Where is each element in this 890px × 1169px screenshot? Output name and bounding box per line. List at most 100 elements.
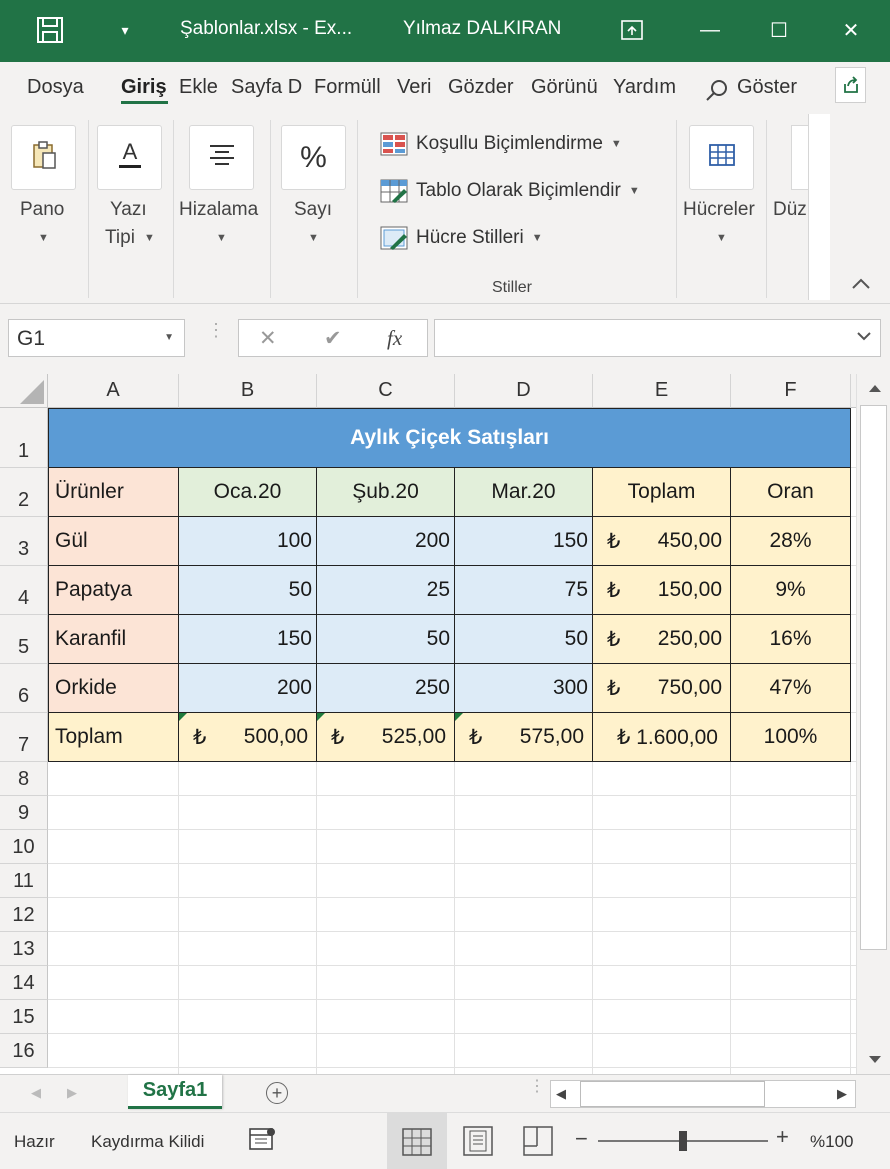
sales-cell[interactable]: 150	[179, 615, 317, 664]
zoom-slider[interactable]	[598, 1131, 768, 1151]
worksheet-grid[interactable]: A B C D E F 1 2 3 4 5 6 7 8 9 10 11 12 13 14 15 16 Aylık Çiçek…	[0, 374, 890, 1074]
formula-input[interactable]	[434, 319, 881, 357]
tab-gozden-gecir[interactable]: Gözder	[448, 76, 524, 99]
grand-total-cell[interactable]: ₺ 1.600,00	[593, 713, 731, 762]
scroll-left-icon[interactable]: ◀	[556, 1086, 566, 1102]
zoom-level[interactable]: %100	[810, 1132, 853, 1152]
zoom-slider-thumb[interactable]	[679, 1131, 687, 1151]
column-header-b[interactable]: B	[179, 374, 317, 408]
select-all-corner[interactable]	[0, 374, 48, 408]
row-header-9[interactable]: 9	[0, 796, 48, 830]
row-header-16[interactable]: 16	[0, 1034, 48, 1068]
tab-ekle[interactable]: Ekle	[179, 76, 223, 99]
tab-formuller[interactable]: Formüll	[314, 76, 389, 99]
sales-cell[interactable]: 150	[455, 517, 593, 566]
product-name-cell[interactable]: Papatya	[48, 566, 179, 615]
header-cell[interactable]: Şub.20	[317, 468, 455, 517]
row-total-cell[interactable]: ₺ 250,00	[593, 615, 731, 664]
collapse-ribbon-icon[interactable]	[850, 274, 872, 294]
row-header-10[interactable]: 10	[0, 830, 48, 864]
clipboard-button[interactable]	[11, 125, 76, 190]
ribbon-display-options-icon[interactable]	[612, 10, 652, 50]
drag-handle-icon[interactable]: ⋮	[529, 1079, 545, 1095]
header-cell[interactable]: Oran	[731, 468, 851, 517]
row-header-3[interactable]: 3	[0, 517, 48, 566]
share-icon[interactable]	[835, 67, 866, 103]
tab-yardim[interactable]: Yardım	[613, 76, 688, 99]
page-break-view-icon[interactable]	[523, 1126, 553, 1161]
column-header-e[interactable]: E	[593, 374, 731, 408]
row-header-6[interactable]: 6	[0, 664, 48, 713]
sales-cell[interactable]: 250	[317, 664, 455, 713]
number-dropdown-icon[interactable]: ▼	[308, 232, 319, 244]
font-dropdown-icon[interactable]: ▼	[144, 232, 155, 244]
row-header-13[interactable]: 13	[0, 932, 48, 966]
scroll-thumb[interactable]	[860, 405, 887, 950]
column-total-cell[interactable]: ₺ 575,00	[455, 713, 593, 762]
row-header-8[interactable]: 8	[0, 762, 48, 796]
horizontal-scrollbar[interactable]: ◀ ▶	[550, 1080, 856, 1108]
tab-gorunum[interactable]: Görünü	[531, 76, 608, 99]
add-sheet-icon[interactable]: +	[266, 1082, 288, 1104]
macro-record-icon[interactable]	[248, 1126, 276, 1157]
ratio-cell[interactable]: 16%	[731, 615, 851, 664]
cells-dropdown-icon[interactable]: ▼	[716, 232, 727, 244]
scroll-right-icon[interactable]: ▶	[837, 1086, 847, 1102]
column-header-c[interactable]: C	[317, 374, 455, 408]
insert-function-icon[interactable]: fx	[387, 326, 402, 351]
format-as-table-button[interactable]: Tablo Olarak Biçimlendir ▼	[380, 179, 640, 203]
alignment-button[interactable]	[189, 125, 254, 190]
row-header-1[interactable]: 1	[0, 408, 48, 468]
maximize-button[interactable]: ☐	[759, 10, 799, 50]
column-header-d[interactable]: D	[455, 374, 593, 408]
total-label-cell[interactable]: Toplam	[48, 713, 179, 762]
column-total-cell[interactable]: ₺ 525,00	[317, 713, 455, 762]
row-total-cell[interactable]: ₺ 450,00	[593, 517, 731, 566]
zoom-out-button[interactable]: −	[575, 1128, 588, 1150]
next-sheet-icon[interactable]: ▶	[67, 1085, 77, 1101]
row-header-12[interactable]: 12	[0, 898, 48, 932]
total-ratio-cell[interactable]: 100%	[731, 713, 851, 762]
cancel-icon[interactable]: ✕	[259, 326, 277, 351]
sales-cell[interactable]: 50	[317, 615, 455, 664]
scroll-up-icon[interactable]	[865, 380, 885, 400]
cells-button[interactable]	[689, 125, 754, 190]
column-header-f[interactable]: F	[731, 374, 851, 408]
chevron-down-icon[interactable]: ▼	[164, 332, 174, 343]
tab-dosya[interactable]: Dosya	[27, 76, 92, 99]
header-cell[interactable]: Mar.20	[455, 468, 593, 517]
row-header-14[interactable]: 14	[0, 966, 48, 1000]
font-button[interactable]: A	[97, 125, 162, 190]
prev-sheet-icon[interactable]: ◀	[31, 1085, 41, 1101]
vertical-scrollbar[interactable]	[856, 374, 890, 1074]
cell-styles-button[interactable]: Hücre Stilleri ▼	[380, 226, 543, 250]
number-format-button[interactable]: %	[281, 125, 346, 190]
sheet-title-cell[interactable]: Aylık Çiçek Satışları	[48, 408, 851, 468]
sales-cell[interactable]: 50	[179, 566, 317, 615]
drag-handle-icon[interactable]: ⋮	[207, 321, 225, 339]
tab-veri[interactable]: Veri	[397, 76, 439, 99]
enter-icon[interactable]: ✔	[324, 326, 342, 351]
row-header-7[interactable]: 7	[0, 713, 48, 762]
header-cell[interactable]: Ürünler	[48, 468, 179, 517]
tell-me-input[interactable]: Göster	[737, 76, 797, 99]
sales-cell[interactable]: 75	[455, 566, 593, 615]
row-total-cell[interactable]: ₺ 750,00	[593, 664, 731, 713]
header-cell[interactable]: Oca.20	[179, 468, 317, 517]
row-total-cell[interactable]: ₺ 150,00	[593, 566, 731, 615]
ratio-cell[interactable]: 9%	[731, 566, 851, 615]
row-header-4[interactable]: 4	[0, 566, 48, 615]
column-header-a[interactable]: A	[48, 374, 179, 408]
row-header-2[interactable]: 2	[0, 468, 48, 517]
row-header-15[interactable]: 15	[0, 1000, 48, 1034]
page-layout-view-icon[interactable]	[463, 1126, 493, 1161]
scroll-down-icon[interactable]	[865, 1052, 885, 1072]
sales-cell[interactable]: 300	[455, 664, 593, 713]
row-header-11[interactable]: 11	[0, 864, 48, 898]
ratio-cell[interactable]: 28%	[731, 517, 851, 566]
name-box[interactable]: G1 ▼	[8, 319, 185, 357]
column-total-cell[interactable]: ₺ 500,00	[179, 713, 317, 762]
close-button[interactable]: ✕	[831, 10, 871, 50]
h-scroll-thumb[interactable]	[580, 1081, 765, 1107]
alignment-dropdown-icon[interactable]: ▼	[216, 232, 227, 244]
